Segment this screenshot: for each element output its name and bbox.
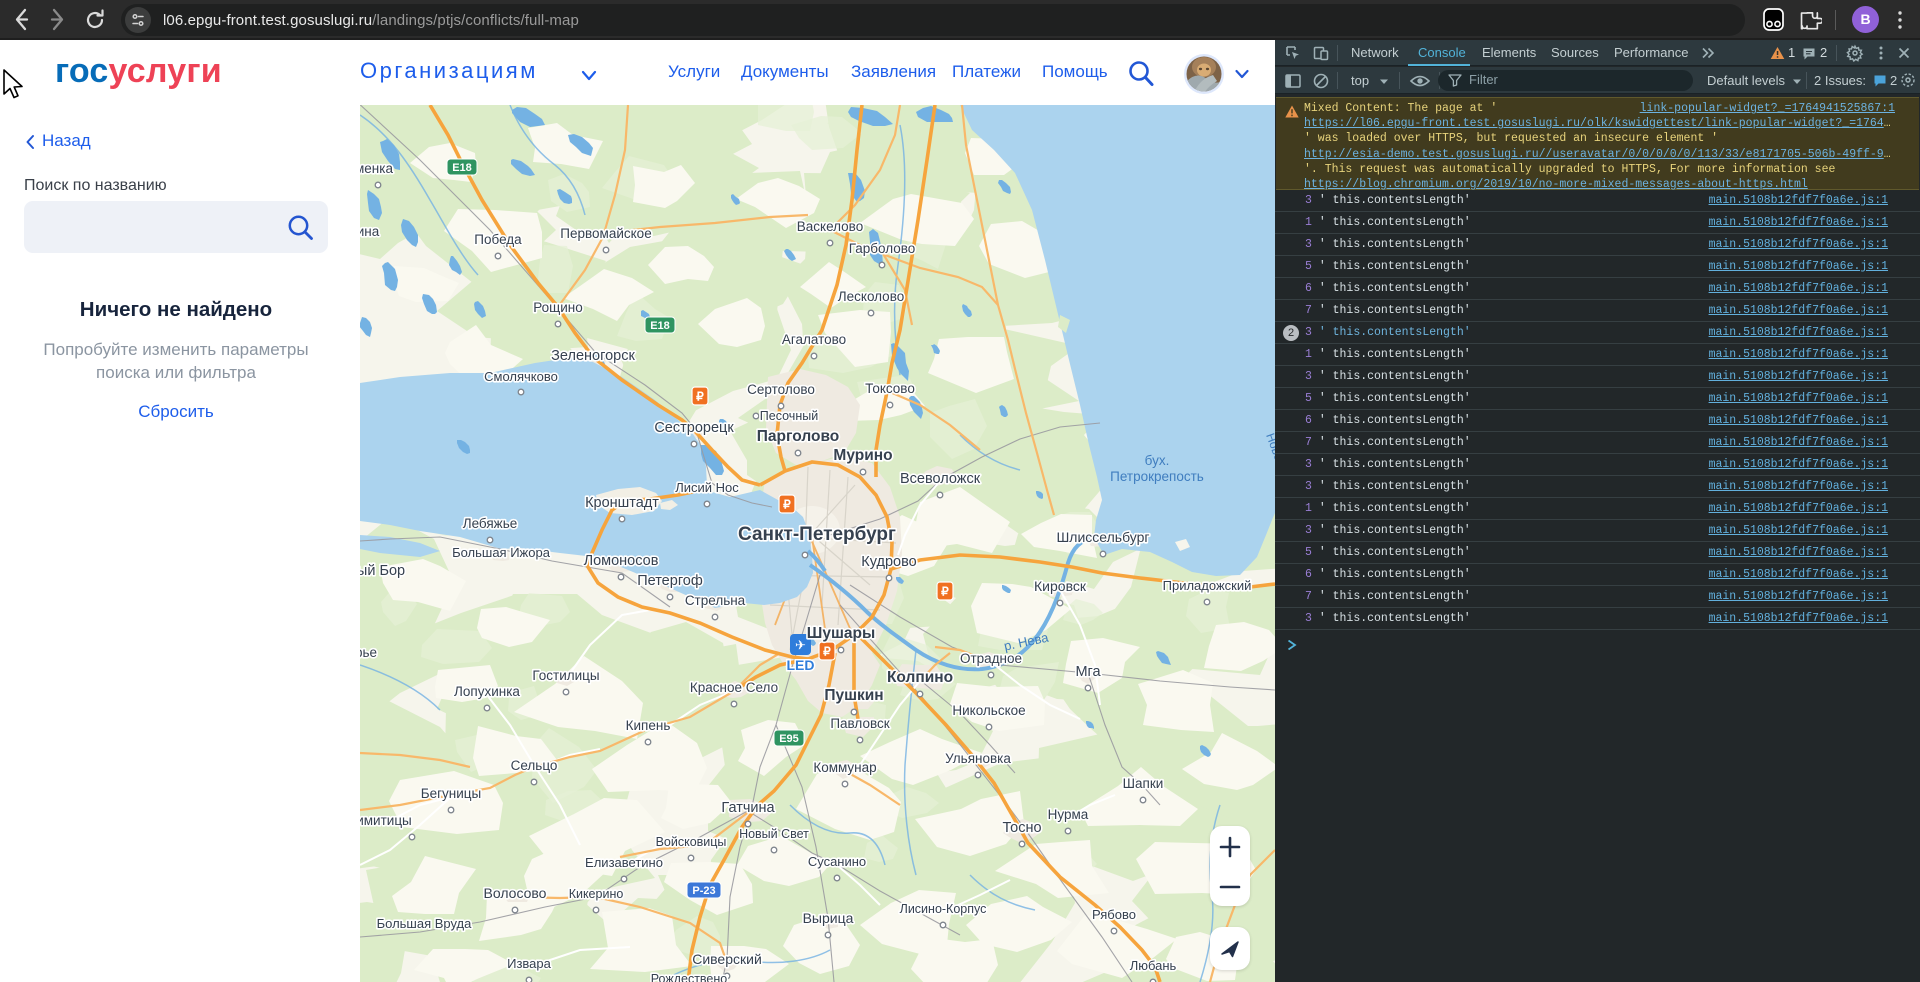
- svg-text:Лебяжье: Лебяжье: [463, 516, 518, 531]
- svg-text:рье: рье: [360, 645, 377, 660]
- svg-text:Лесколово: Лесколово: [838, 289, 904, 304]
- svg-text:ина: ина: [360, 224, 380, 239]
- svg-text:Любань: Любань: [1130, 958, 1177, 973]
- svg-text:Смолячково: Смолячково: [484, 369, 558, 384]
- svg-text:Гарболово: Гарболово: [849, 241, 916, 256]
- svg-text:Павловск: Павловск: [830, 716, 889, 731]
- svg-text:Кипень: Кипень: [626, 718, 671, 733]
- svg-text:Новый Свет: Новый Свет: [739, 827, 809, 841]
- svg-text:Всеволожск: Всеволожск: [900, 471, 981, 487]
- svg-text:Сестрорецк: Сестрорецк: [654, 420, 734, 436]
- svg-text:Никольское: Никольское: [952, 703, 1025, 718]
- svg-text:Красное Село: Красное Село: [690, 680, 778, 695]
- svg-text:Кикерино: Кикерино: [569, 887, 624, 901]
- svg-text:Войсковицы: Войсковицы: [656, 835, 727, 849]
- svg-text:Ломоносов: Ломоносов: [584, 553, 659, 569]
- svg-text:Тосно: Тосно: [1002, 820, 1041, 836]
- svg-text:Васкелово: Васкелово: [797, 219, 863, 234]
- svg-text:Большая Вруда: Большая Вруда: [377, 916, 473, 931]
- svg-text:Сусанино: Сусанино: [808, 854, 866, 869]
- svg-text:Шушары: Шушары: [807, 625, 875, 642]
- svg-text:ый Бор: ый Бор: [360, 563, 405, 579]
- svg-text:Песочный: Песочный: [760, 409, 818, 423]
- svg-text:Пушкин: Пушкин: [824, 687, 883, 704]
- svg-text:Сельцо: Сельцо: [511, 758, 558, 773]
- svg-text:Ульяновка: Ульяновка: [945, 751, 1011, 766]
- svg-text:Елизаветино: Елизаветино: [585, 855, 663, 870]
- svg-text:Кронштадт: Кронштадт: [585, 495, 659, 511]
- svg-text:Приладожский: Приладожский: [1163, 578, 1252, 593]
- svg-text:₽: ₽: [696, 390, 704, 404]
- svg-text:₽: ₽: [783, 498, 791, 512]
- svg-text:E95: E95: [779, 733, 799, 745]
- svg-text:Вырица: Вырица: [803, 910, 854, 926]
- svg-text:Рябово: Рябово: [1092, 907, 1136, 922]
- svg-text:Шапки: Шапки: [1123, 776, 1164, 791]
- svg-text:бух.: бух.: [1145, 453, 1170, 468]
- svg-text:Петергоф: Петергоф: [637, 573, 703, 589]
- svg-text:Агалатово: Агалатово: [782, 332, 846, 347]
- svg-text:Извара: Извара: [507, 956, 552, 971]
- svg-text:Волосово: Волосово: [484, 885, 547, 901]
- svg-text:Большая Ижора: Большая Ижора: [452, 545, 551, 560]
- svg-text:₽: ₽: [823, 645, 831, 659]
- svg-text:имитицы: имитицы: [360, 813, 412, 828]
- svg-text:Первомайское: Первомайское: [560, 226, 651, 241]
- svg-text:E18: E18: [650, 320, 670, 332]
- svg-text:Сиверский: Сиверский: [692, 951, 762, 967]
- svg-text:Гостилицы: Гостилицы: [532, 668, 599, 683]
- svg-text:Зеленогорск: Зеленогорск: [551, 348, 635, 364]
- svg-text:Сертолово: Сертолово: [747, 382, 815, 397]
- svg-text:Стрельна: Стрельна: [685, 593, 746, 608]
- svg-text:Лисий Нос: Лисий Нос: [675, 480, 739, 495]
- svg-text:Рощино: Рощино: [533, 300, 583, 315]
- svg-text:Лисино-Корпус: Лисино-Корпус: [900, 902, 987, 916]
- svg-text:Токсово: Токсово: [865, 381, 915, 396]
- svg-text:Коммунар: Коммунар: [813, 760, 876, 775]
- svg-text:Гатчина: Гатчина: [721, 800, 775, 816]
- svg-text:Шлиссельбург: Шлиссельбург: [1056, 529, 1149, 545]
- svg-text:LED: LED: [787, 657, 815, 673]
- svg-text:Мга: Мга: [1075, 664, 1101, 680]
- svg-text:менка: менка: [360, 161, 393, 176]
- svg-text:P-23: P-23: [692, 885, 715, 897]
- svg-text:Бегуницы: Бегуницы: [421, 786, 481, 801]
- svg-text:Кудрово: Кудрово: [861, 554, 916, 570]
- svg-text:Петрокрепость: Петрокрепость: [1110, 469, 1204, 484]
- svg-text:Лопухинка: Лопухинка: [454, 684, 520, 699]
- svg-text:Парголово: Парголово: [757, 428, 839, 445]
- svg-text:Отрадное: Отрадное: [960, 651, 1022, 666]
- svg-text:E18: E18: [452, 162, 472, 174]
- svg-text:Мурино: Мурино: [833, 447, 892, 464]
- svg-text:Рождествено: Рождествено: [651, 972, 728, 982]
- svg-text:Кировск: Кировск: [1034, 578, 1087, 594]
- svg-text:Санкт-Петербург: Санкт-Петербург: [738, 524, 896, 545]
- svg-text:Победа: Победа: [474, 232, 522, 247]
- svg-text:Колпино: Колпино: [887, 669, 953, 686]
- svg-text:₽: ₽: [941, 585, 949, 599]
- svg-text:✈: ✈: [795, 638, 806, 653]
- svg-text:Нурма: Нурма: [1048, 807, 1089, 822]
